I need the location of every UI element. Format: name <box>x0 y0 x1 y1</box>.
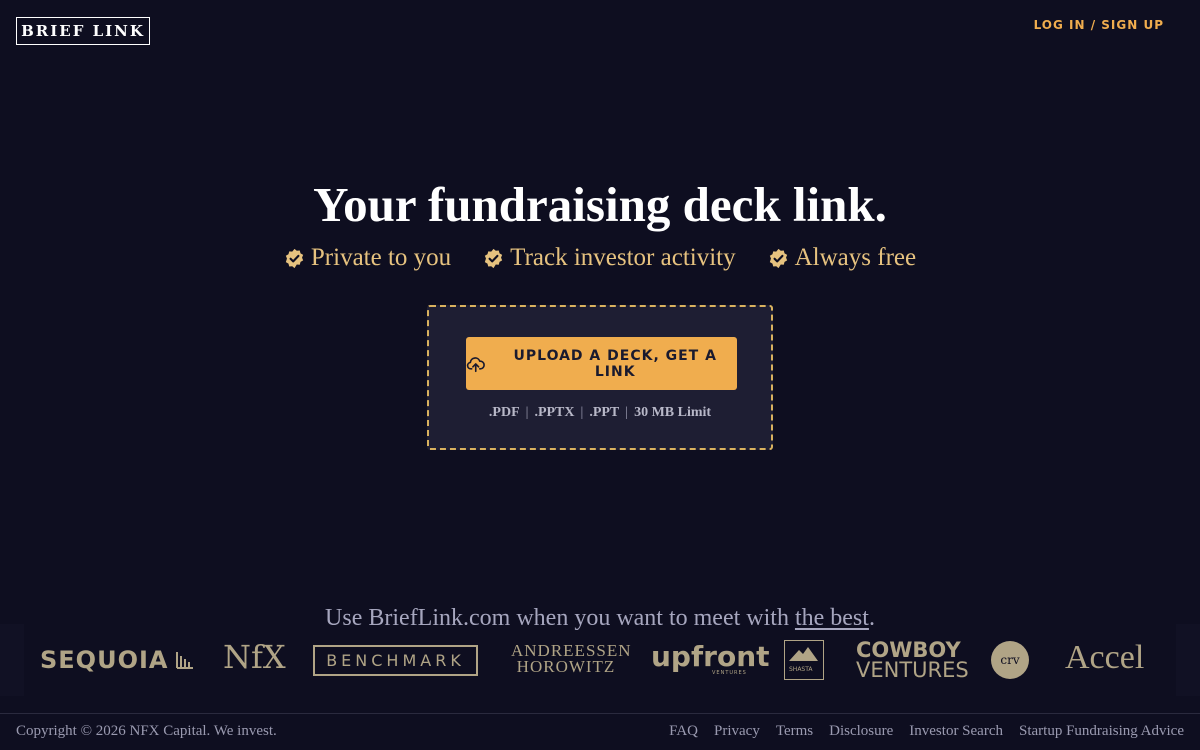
footer-link-faq[interactable]: FAQ <box>669 723 698 740</box>
sequoia-wordmark: SEQUOIA <box>40 646 169 674</box>
sequoia-logo: SEQUOIA <box>40 646 194 674</box>
footer: Copyright © 2026 NFX Capital. We invest.… <box>0 713 1200 750</box>
separator: | <box>580 405 584 420</box>
feature-list: Private to you Track investor activity A… <box>0 244 1200 272</box>
shasta-logo <box>784 640 824 680</box>
benchmark-logo: BENCHMARK <box>313 645 478 676</box>
footer-link-terms[interactable]: Terms <box>776 723 813 740</box>
footer-link-investor-search[interactable]: Investor Search <box>909 723 1003 740</box>
hero-headline: Your fundraising deck link. <box>313 177 887 232</box>
feature-label: Always free <box>794 244 917 271</box>
nfx-logo: NfX <box>223 638 286 676</box>
verified-badge-icon <box>285 248 304 268</box>
format-pptx: .PPTX <box>534 405 575 420</box>
footer-link-privacy[interactable]: Privacy <box>714 723 760 740</box>
feature-label: Private to you <box>310 244 452 271</box>
feature-free: Always free <box>768 244 916 272</box>
accepted-formats: .PDF | .PPTX | .PPT | 30 MB Limit <box>429 405 771 421</box>
crv-logo: crv <box>991 641 1029 679</box>
size-limit: 30 MB Limit <box>634 405 712 420</box>
upfront-subtitle: VENTURES <box>712 670 747 676</box>
format-ppt: .PPT <box>589 405 620 420</box>
feature-private: Private to you <box>284 244 451 272</box>
feature-track: Track investor activity <box>483 244 736 272</box>
sequoia-leaf-icon <box>176 652 194 669</box>
verified-badge-icon <box>485 248 503 268</box>
investor-logo-strip: SEQUOIA NfX BENCHMARK ANDREESSEN HOROWIT… <box>0 624 1200 696</box>
upload-deck-button[interactable]: UPLOAD A DECK, GET A LINK <box>466 337 737 390</box>
upfront-logo: upfront <box>651 640 770 673</box>
shasta-wordmark: SHASTA <box>789 666 813 673</box>
separator: | <box>625 405 629 420</box>
mountain-icon <box>789 647 818 661</box>
format-pdf: .PDF <box>488 405 520 420</box>
feature-label: Track investor activity <box>510 244 736 271</box>
footer-link-fundraising-advice[interactable]: Startup Fundraising Advice <box>1019 723 1184 740</box>
andreessen-horowitz-logo: ANDREESSEN HOROWITZ <box>511 642 631 676</box>
strip-left-edge <box>0 624 24 696</box>
verified-badge-icon <box>769 248 787 268</box>
cowboy-line1: COWBOY <box>856 638 961 662</box>
footer-link-disclosure[interactable]: Disclosure <box>829 723 893 740</box>
accel-logo: Accel <box>1065 639 1145 676</box>
copyright-text: Copyright © 2026 NFX Capital. We invest. <box>16 723 277 739</box>
footer-links: FAQ Privacy Terms Disclosure Investor Se… <box>669 723 1184 740</box>
strip-right-edge <box>1176 624 1200 696</box>
cowboy-ventures-logo: COWBOY VENTURES <box>856 638 969 682</box>
separator: | <box>525 405 529 420</box>
login-signup-link[interactable]: LOG IN / SIGN UP <box>1034 18 1164 32</box>
a16z-line2: HOROWITZ <box>516 657 616 676</box>
cowboy-line2: VENTURES <box>856 658 969 682</box>
upload-dropzone[interactable]: UPLOAD A DECK, GET A LINK .PDF | .PPTX |… <box>427 305 773 450</box>
brand-logo[interactable]: BRIEF LINK <box>16 17 150 45</box>
cloud-upload-icon <box>466 356 485 372</box>
upload-button-label: UPLOAD A DECK, GET A LINK <box>513 347 717 380</box>
